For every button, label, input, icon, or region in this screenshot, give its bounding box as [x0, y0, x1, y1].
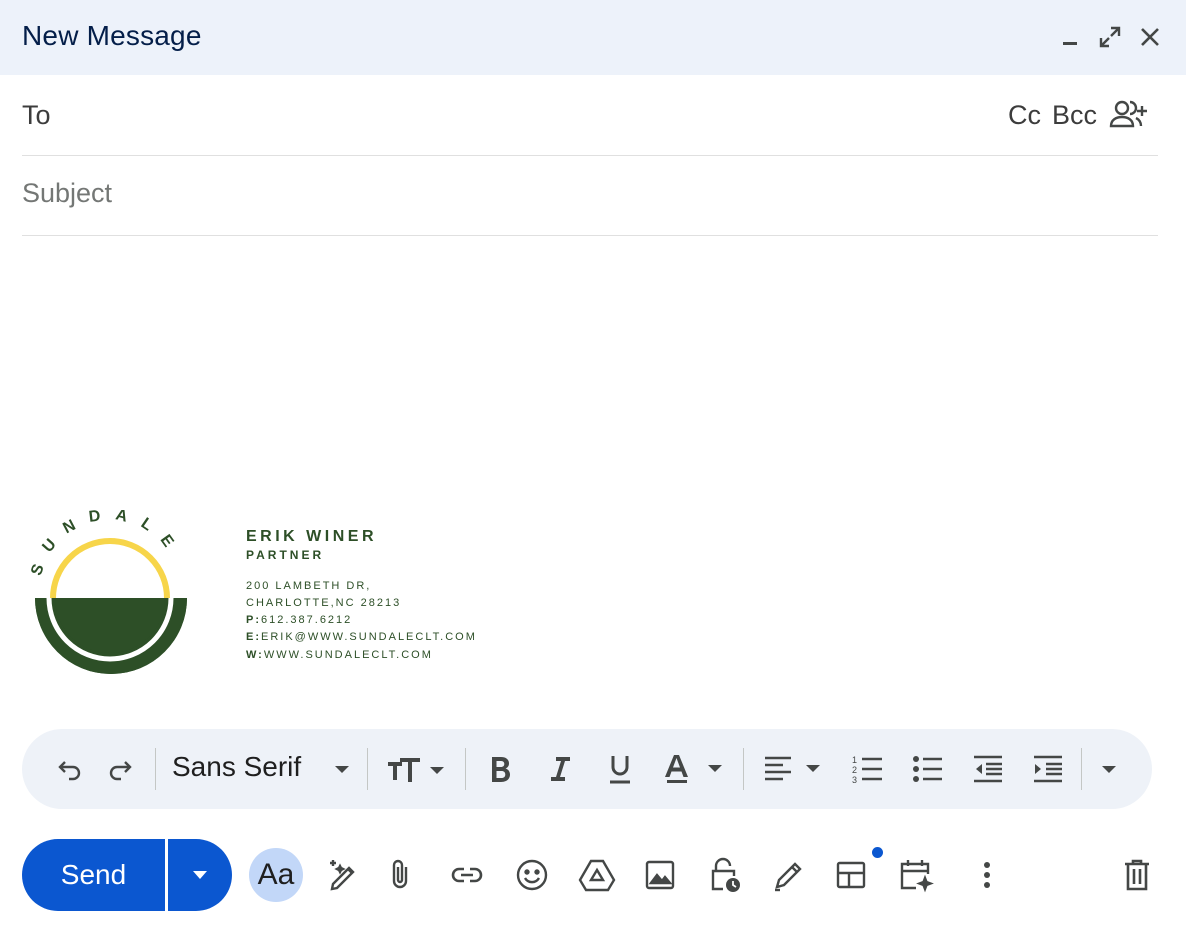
- formatting-options-button[interactable]: Aa: [249, 848, 303, 902]
- layouts-icon[interactable]: [824, 848, 878, 902]
- subject-row: [22, 156, 1158, 236]
- minimize-icon[interactable]: [1055, 22, 1085, 52]
- signature-icon[interactable]: [760, 848, 814, 902]
- window-title: New Message: [22, 20, 202, 51]
- send-options-icon[interactable]: [168, 839, 232, 911]
- formatting-toolbar: Sans Serif 123: [22, 729, 1152, 809]
- more-formatting-icon[interactable]: [1094, 749, 1124, 789]
- send-button[interactable]: Send: [22, 839, 165, 911]
- discard-icon[interactable]: [1110, 848, 1164, 902]
- redo-icon[interactable]: [102, 749, 138, 789]
- attach-icon[interactable]: [375, 848, 429, 902]
- text-color-icon[interactable]: [662, 749, 732, 789]
- svg-text:3: 3: [852, 775, 857, 784]
- indent-less-icon[interactable]: [968, 749, 1008, 789]
- indent-more-icon[interactable]: [1028, 749, 1068, 789]
- close-icon[interactable]: [1135, 22, 1165, 52]
- person-add-icon[interactable]: [1108, 98, 1150, 132]
- confidential-icon[interactable]: [697, 848, 751, 902]
- svg-text:2: 2: [852, 765, 857, 775]
- signature-address-2: CHARLOTTE,NC 28213: [246, 597, 402, 609]
- compose-header: New Message: [0, 0, 1186, 75]
- signature-email: E:ERIK@WWW.SUNDALECLT.COM: [246, 631, 477, 643]
- drive-icon[interactable]: [570, 848, 624, 902]
- signature-role: PARTNER: [246, 548, 325, 562]
- font-family-select[interactable]: Sans Serif: [172, 751, 301, 783]
- subject-input[interactable]: [22, 178, 1122, 209]
- undo-icon[interactable]: [52, 749, 88, 789]
- svg-text:1: 1: [852, 755, 857, 765]
- align-icon[interactable]: [762, 749, 828, 789]
- font-dropdown-arrow-icon[interactable]: [328, 749, 356, 789]
- to-label: To: [22, 100, 51, 130]
- cc-link[interactable]: Cc: [1008, 100, 1041, 131]
- numbered-list-icon[interactable]: 123: [848, 749, 888, 789]
- photo-icon[interactable]: [633, 848, 687, 902]
- expand-icon[interactable]: [1095, 22, 1125, 52]
- more-options-icon[interactable]: [960, 848, 1014, 902]
- signature-phone: P:612.387.6212: [246, 614, 353, 626]
- schedule-icon[interactable]: [888, 848, 942, 902]
- link-icon[interactable]: [440, 848, 494, 902]
- bold-icon[interactable]: [482, 749, 518, 789]
- underline-icon[interactable]: [602, 749, 638, 789]
- signature-address-1: 200 LAMBETH DR,: [246, 580, 372, 592]
- text-size-icon[interactable]: [384, 749, 456, 789]
- new-feature-dot: [872, 847, 883, 858]
- sundale-logo: SUNDALE: [25, 506, 195, 680]
- italic-icon[interactable]: [542, 749, 578, 789]
- help-me-write-icon[interactable]: [315, 848, 369, 902]
- signature-web: W:WWW.SUNDALECLT.COM: [246, 649, 433, 661]
- to-row[interactable]: To Cc Bcc: [22, 76, 1158, 156]
- emoji-icon[interactable]: [505, 848, 559, 902]
- signature-name: ERIK WINER: [246, 528, 377, 545]
- bcc-link[interactable]: Bcc: [1052, 100, 1097, 131]
- bulleted-list-icon[interactable]: [908, 749, 948, 789]
